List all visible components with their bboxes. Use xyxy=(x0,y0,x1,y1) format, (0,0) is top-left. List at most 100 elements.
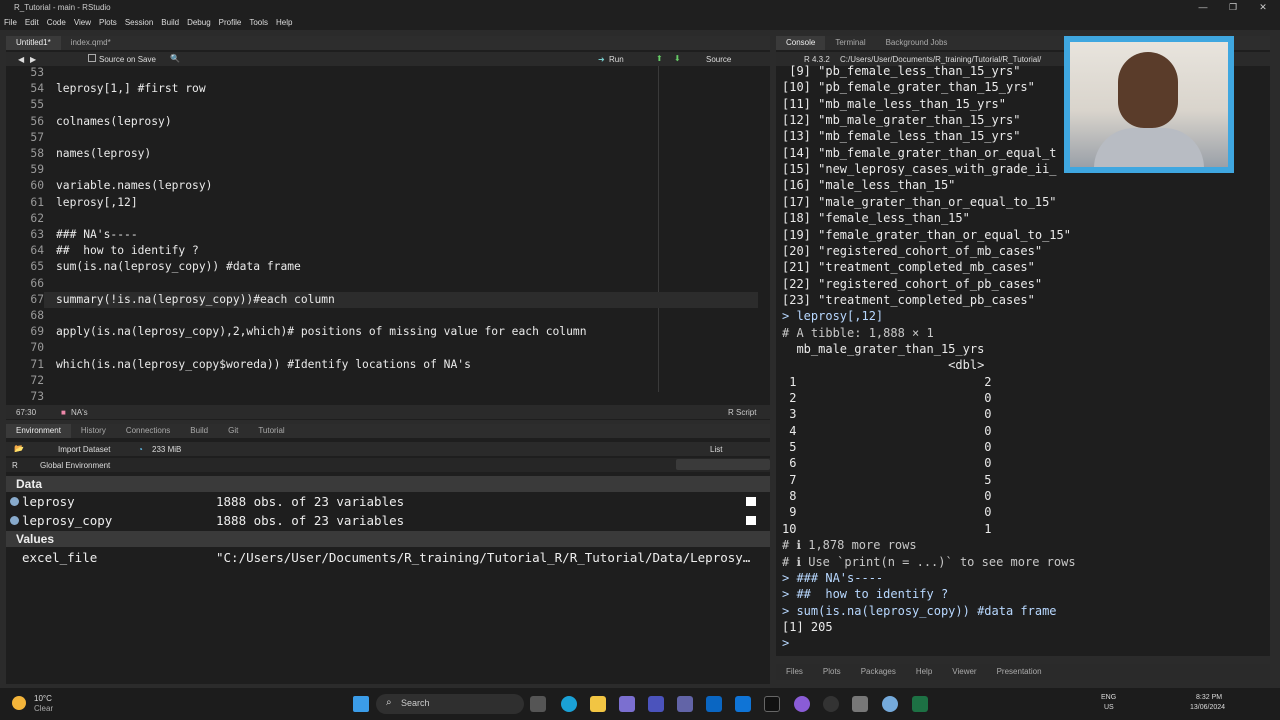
tab-viewer[interactable]: Viewer xyxy=(942,665,986,679)
close-button[interactable]: ✕ xyxy=(1248,0,1278,14)
teams-2-icon[interactable] xyxy=(677,696,693,712)
settings-icon[interactable] xyxy=(852,696,868,712)
weather-desc: Clear xyxy=(34,704,54,713)
tab-plots[interactable]: Plots xyxy=(813,665,851,679)
tab-packages[interactable]: Packages xyxy=(851,665,906,679)
menu-plots[interactable]: Plots xyxy=(95,18,121,27)
console-line: [17] "male_grater_than_or_equal_to_15" xyxy=(782,194,1057,209)
line-number: 65 xyxy=(30,260,44,274)
code-line[interactable]: summary(!is.na(leprosy_copy))#each colum… xyxy=(56,293,335,306)
line-number: 57 xyxy=(30,130,44,144)
taskbar-search-box[interactable] xyxy=(376,694,524,714)
rstudio-icon[interactable] xyxy=(882,696,898,712)
search-icon[interactable]: 🔍 xyxy=(170,54,180,63)
cursor-position: 67:30 xyxy=(16,408,37,417)
menu-session[interactable]: Session xyxy=(121,18,157,27)
maximize-button[interactable]: ❐ xyxy=(1218,0,1248,14)
list-view-button[interactable]: List xyxy=(710,445,722,454)
source-button[interactable]: Source xyxy=(706,55,731,64)
excel-icon[interactable] xyxy=(912,696,928,712)
weather-icon[interactable] xyxy=(12,696,26,710)
console-line: 2 0 xyxy=(782,391,992,405)
store-icon[interactable] xyxy=(619,696,635,712)
menu-tools[interactable]: Tools xyxy=(245,18,272,27)
menu-edit[interactable]: Edit xyxy=(21,18,43,27)
import-dataset-button[interactable]: Import Dataset xyxy=(58,445,110,454)
code-line[interactable]: leprosy[,12] xyxy=(56,196,138,209)
back-icon[interactable]: ◀ xyxy=(18,55,24,64)
tab-console[interactable]: Console xyxy=(776,36,826,50)
teams-icon[interactable] xyxy=(648,696,664,712)
file-type[interactable]: R Script xyxy=(728,408,756,417)
menu-profile[interactable]: Profile xyxy=(215,18,246,27)
scope-select[interactable]: Global Environment xyxy=(40,461,110,470)
source-on-save-label: Source on Save xyxy=(99,55,156,64)
menu-code[interactable]: Code xyxy=(43,18,70,27)
open-icon[interactable]: 📂 xyxy=(14,444,24,453)
code-line[interactable]: apply(is.na(leprosy_copy),2,which)# posi… xyxy=(56,325,587,338)
console-line: # ℹ Use `print(n = ...)` to see more row… xyxy=(782,554,1076,569)
console-line: > ## how to identify ? xyxy=(782,587,949,602)
section-icon: ■ xyxy=(61,408,66,417)
tab-background-jobs[interactable]: Background Jobs xyxy=(876,36,958,50)
language-select[interactable]: R xyxy=(12,461,18,470)
expand-icon[interactable] xyxy=(10,497,19,506)
menu-view[interactable]: View xyxy=(70,18,95,27)
linkedin-icon[interactable] xyxy=(706,696,722,712)
data-row[interactable]: leprosy_copy 1888 obs. of 23 variables xyxy=(6,512,776,530)
tab-environment[interactable]: Environment xyxy=(6,424,71,438)
tab-index-qmd[interactable]: index.qmd* xyxy=(61,36,121,50)
tab-connections[interactable]: Connections xyxy=(116,424,180,438)
memory-usage[interactable]: 233 MiB xyxy=(152,445,181,454)
tab-files[interactable]: Files xyxy=(776,665,813,679)
code-line[interactable]: names(leprosy) xyxy=(56,147,151,160)
down-arrow-icon[interactable]: ⬇ xyxy=(674,54,681,63)
data-row[interactable]: leprosy 1888 obs. of 23 variables xyxy=(6,493,776,511)
expand-icon[interactable] xyxy=(10,515,19,525)
code-line[interactable]: ### NA's---- xyxy=(56,228,138,241)
menu-debug[interactable]: Debug xyxy=(183,18,215,27)
menu-help[interactable]: Help xyxy=(272,18,296,27)
edge-icon[interactable] xyxy=(561,696,577,712)
code-line[interactable]: colnames(leprosy) xyxy=(56,115,172,128)
mail-icon[interactable] xyxy=(735,696,751,712)
code-line[interactable]: variable.names(leprosy) xyxy=(56,179,212,192)
lang-indicator-1[interactable]: ENG xyxy=(1101,694,1116,701)
file-explorer-icon[interactable] xyxy=(590,696,606,712)
tab-presentation[interactable]: Presentation xyxy=(987,665,1052,679)
source-on-save-checkbox[interactable] xyxy=(88,54,96,62)
tab-terminal[interactable]: Terminal xyxy=(825,36,875,50)
menu-build[interactable]: Build xyxy=(157,18,183,27)
task-view-icon[interactable] xyxy=(530,696,546,712)
start-icon[interactable] xyxy=(353,696,369,712)
code-line[interactable]: sum(is.na(leprosy_copy)) #data frame xyxy=(56,260,301,273)
environment-search-input[interactable] xyxy=(676,459,770,470)
editor-toolbar: ◀ ▶ Source on Save 🔍 ➜ Run ⬆ ⬇ Source xyxy=(6,52,770,66)
lang-indicator-2[interactable]: US xyxy=(1104,704,1114,711)
menu-file[interactable]: File xyxy=(0,18,21,27)
up-arrow-icon[interactable]: ⬆ xyxy=(656,54,663,63)
line-number: 67 xyxy=(30,292,44,306)
clock-date[interactable]: 13/06/2024 xyxy=(1190,704,1225,711)
x-icon[interactable] xyxy=(764,696,780,712)
tab-git[interactable]: Git xyxy=(218,424,248,438)
obs-icon[interactable] xyxy=(823,696,839,712)
working-directory[interactable]: C:/Users/User/Documents/R_training/Tutor… xyxy=(840,55,1070,64)
tab-build[interactable]: Build xyxy=(180,424,218,438)
console-line: > ### NA's---- xyxy=(782,570,884,585)
code-line[interactable]: ## how to identify ? xyxy=(56,244,199,257)
console-line: [9] "pb_female_less_than_15_yrs" xyxy=(782,64,1021,78)
tab-help[interactable]: Help xyxy=(906,665,942,679)
app-icon[interactable] xyxy=(794,696,810,712)
code-line[interactable]: leprosy[1,] #first row xyxy=(56,82,206,95)
tab-untitled1[interactable]: Untitled1* xyxy=(6,36,61,50)
tab-tutorial[interactable]: Tutorial xyxy=(248,424,294,438)
code-line[interactable]: which(is.na(leprosy_copy$woreda)) #Ident… xyxy=(56,358,471,371)
tab-history[interactable]: History xyxy=(71,424,116,438)
value-row[interactable]: excel_file "C:/Users/User/Documents/R_tra… xyxy=(6,549,776,567)
section-name[interactable]: NA's xyxy=(71,408,88,417)
run-button[interactable]: Run xyxy=(609,55,624,64)
clock-time[interactable]: 8:32 PM xyxy=(1196,694,1222,701)
forward-icon[interactable]: ▶ xyxy=(30,55,36,64)
minimize-button[interactable]: — xyxy=(1188,0,1218,14)
